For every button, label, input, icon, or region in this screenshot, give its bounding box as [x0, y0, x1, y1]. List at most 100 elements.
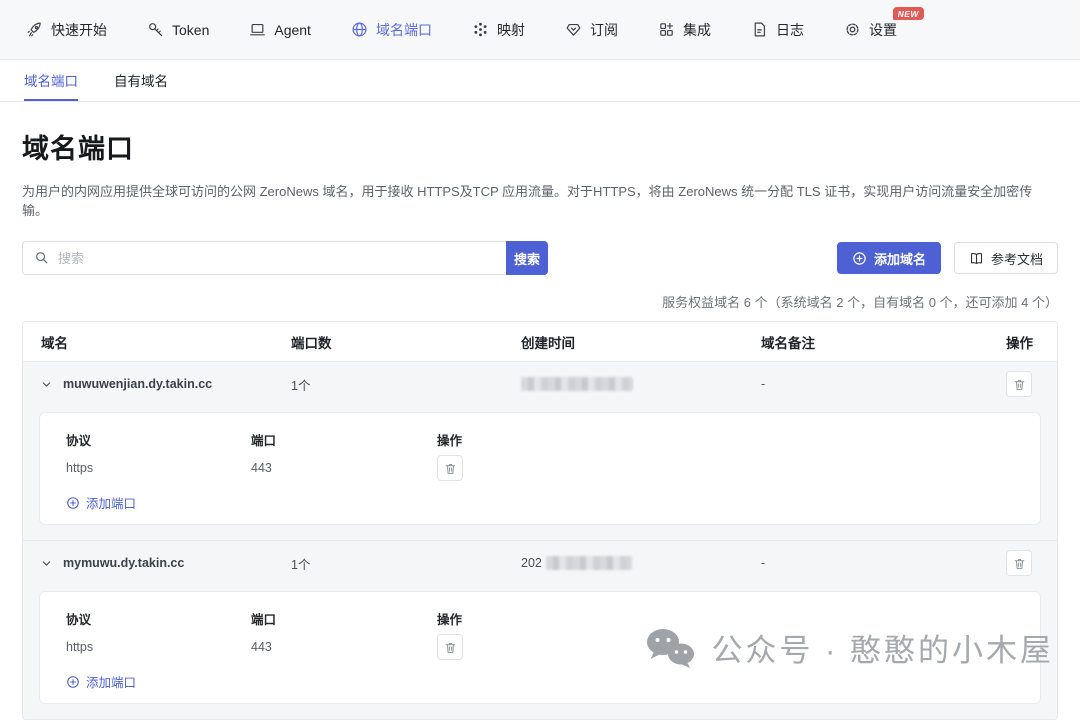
trash-icon — [444, 641, 457, 654]
search-button[interactable]: 搜索 — [506, 241, 548, 275]
actions-cell — [988, 371, 1057, 397]
nav-item-label: 域名端口 — [376, 20, 432, 40]
created-at-cell — [503, 377, 743, 392]
nav-item-subscription[interactable]: 订阅 — [565, 20, 618, 40]
sub-header-actions: 操作 — [437, 430, 1040, 449]
plus-circle-icon — [852, 251, 867, 266]
nav-item-logs[interactable]: 日志 — [751, 20, 804, 40]
port-detail-card: 协议 端口 操作 https 443 添加端口 — [39, 412, 1041, 525]
add-port-label: 添加端口 — [86, 493, 136, 512]
reference-docs-label: 参考文档 — [991, 249, 1043, 268]
note-cell: - — [743, 556, 988, 570]
gear-icon — [844, 21, 861, 38]
delete-port-button[interactable] — [437, 455, 463, 481]
sub-header-actions: 操作 — [437, 609, 1040, 628]
delete-domain-button[interactable] — [1006, 371, 1032, 397]
table-header-row: 域名 端口数 创建时间 域名备注 操作 — [23, 322, 1057, 362]
laptop-icon — [249, 21, 266, 38]
globe-icon — [351, 21, 368, 38]
table-row-group: muwuwenjian.dy.takin.cc 1个 - 协议 端口 操作 — [23, 362, 1057, 540]
tab-own-domain[interactable]: 自有域名 — [114, 60, 168, 101]
nodes-icon — [472, 21, 489, 38]
add-port-label: 添加端口 — [86, 672, 136, 691]
table-row-group: mymuwu.dy.takin.cc 1个 202 - 协议 端口 操作 — [23, 540, 1057, 719]
nav-item-label: 设置 — [869, 20, 897, 40]
rocket-icon — [26, 21, 43, 38]
plus-circle-icon — [66, 496, 80, 510]
domain-cell: muwuwenjian.dy.takin.cc — [23, 377, 273, 391]
chevron-down-icon[interactable] — [41, 558, 52, 569]
domain-table: 域名 端口数 创建时间 域名备注 操作 muwuwenjian.dy.takin… — [22, 321, 1058, 720]
delete-domain-button[interactable] — [1006, 550, 1032, 576]
delete-port-button[interactable] — [437, 634, 463, 660]
nav-item-quickstart[interactable]: 快速开始 — [26, 20, 107, 40]
gem-icon — [565, 21, 582, 38]
chevron-down-icon[interactable] — [41, 379, 52, 390]
nav-item-domain-port[interactable]: 域名端口 — [351, 20, 432, 40]
add-domain-label: 添加域名 — [874, 249, 926, 268]
port-count-cell: 1个 — [273, 375, 503, 394]
search-icon — [34, 250, 49, 265]
tab-domain-port[interactable]: 域名端口 — [24, 60, 78, 101]
sub-header-protocol: 协议 — [66, 609, 251, 628]
port-actions-cell — [437, 455, 1040, 481]
port-detail-card: 协议 端口 操作 https 443 添加端口 — [39, 591, 1041, 704]
top-navigation: 快速开始 Token Agent 域名端口 映射 订阅 集成 日志 设置 NEW — [0, 0, 1080, 60]
key-icon — [147, 21, 164, 38]
quota-summary: 服务权益域名 6 个（系统域名 2 个，自有域名 0 个，还可添加 4 个） — [22, 292, 1058, 311]
plus-circle-icon — [66, 675, 80, 689]
add-port-link[interactable]: 添加端口 — [66, 493, 136, 512]
file-icon — [751, 21, 768, 38]
nav-item-label: 映射 — [497, 20, 525, 40]
nav-item-agent[interactable]: Agent — [249, 21, 311, 38]
nav-item-mapping[interactable]: 映射 — [472, 20, 525, 40]
header-note: 域名备注 — [743, 332, 988, 352]
nav-item-label: 快速开始 — [51, 20, 107, 40]
port-value: 443 — [251, 640, 437, 654]
header-port-count: 端口数 — [273, 332, 503, 352]
reference-docs-button[interactable]: 参考文档 — [954, 242, 1058, 274]
protocol-value: https — [66, 461, 251, 475]
toolbar: 搜索 添加域名 参考文档 — [22, 241, 1058, 275]
nav-item-token[interactable]: Token — [147, 21, 209, 38]
apps-icon — [658, 21, 675, 38]
sub-header-port: 端口 — [251, 430, 437, 449]
page-title: 域名端口 — [22, 127, 1058, 166]
table-row: mymuwu.dy.takin.cc 1个 202 - — [23, 541, 1057, 585]
trash-icon — [444, 462, 457, 475]
search-bar: 搜索 — [22, 241, 548, 275]
protocol-value: https — [66, 640, 251, 654]
book-icon — [969, 251, 984, 266]
created-at-prefix: 202 — [521, 556, 542, 570]
add-port-link[interactable]: 添加端口 — [66, 672, 136, 691]
port-table-row: https 443 — [40, 452, 1040, 484]
nav-item-label: Token — [172, 22, 209, 38]
nav-item-label: 集成 — [683, 20, 711, 40]
redacted-created-at — [546, 556, 632, 570]
port-table-header: 协议 端口 操作 — [40, 605, 1040, 631]
header-created-at: 创建时间 — [503, 332, 743, 352]
nav-item-integration[interactable]: 集成 — [658, 20, 711, 40]
table-row: muwuwenjian.dy.takin.cc 1个 - — [23, 362, 1057, 406]
domain-name: muwuwenjian.dy.takin.cc — [63, 377, 212, 391]
port-count-cell: 1个 — [273, 554, 503, 573]
nav-item-settings[interactable]: 设置 NEW — [844, 20, 897, 40]
trash-icon — [1013, 378, 1026, 391]
main-content: 域名端口 为用户的内网应用提供全球可访问的公网 ZeroNews 域名，用于接收… — [0, 127, 1080, 720]
port-table-header: 协议 端口 操作 — [40, 426, 1040, 452]
nav-item-label: Agent — [274, 22, 311, 38]
redacted-created-at — [521, 377, 633, 391]
domain-cell: mymuwu.dy.takin.cc — [23, 556, 273, 570]
search-input[interactable] — [22, 241, 506, 275]
sub-tab-bar: 域名端口 自有域名 — [0, 60, 1080, 102]
header-domain: 域名 — [23, 332, 273, 352]
sub-header-protocol: 协议 — [66, 430, 251, 449]
add-domain-button[interactable]: 添加域名 — [837, 242, 941, 274]
actions-cell — [988, 550, 1057, 576]
port-table-row: https 443 — [40, 631, 1040, 663]
nav-item-label: 日志 — [776, 20, 804, 40]
port-value: 443 — [251, 461, 437, 475]
nav-item-label: 订阅 — [590, 20, 618, 40]
header-actions: 操作 — [988, 332, 1057, 352]
port-actions-cell — [437, 634, 1040, 660]
